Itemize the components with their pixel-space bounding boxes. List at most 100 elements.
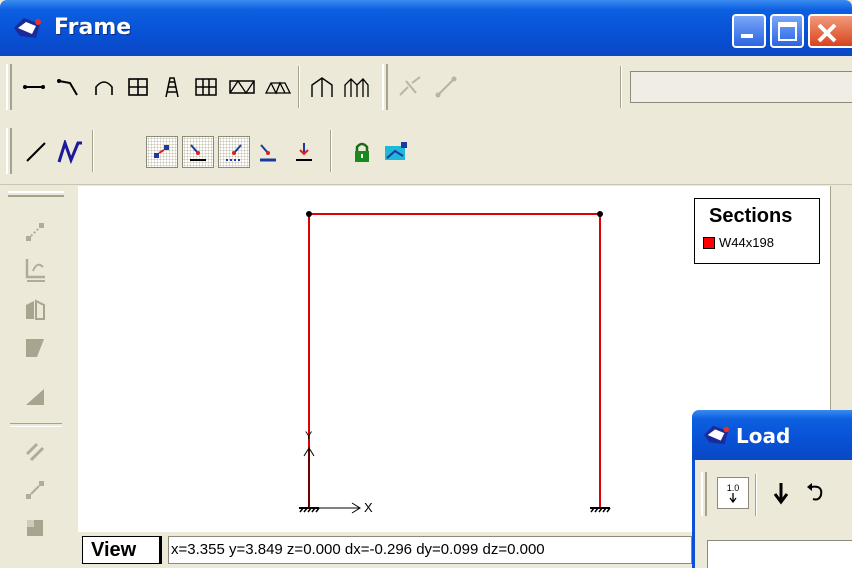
minimize-button[interactable] [732, 14, 766, 48]
support-spring-button[interactable] [288, 136, 320, 168]
bridge-truss-button[interactable] [262, 71, 294, 103]
separator [10, 423, 62, 427]
toolbar-grip[interactable] [701, 472, 707, 516]
support-pinned-icon [190, 144, 206, 161]
minimize-icon [741, 34, 753, 38]
draw-polyline-icon [57, 140, 82, 164]
node [306, 211, 312, 217]
load-value: 1.0 [726, 483, 740, 493]
toolbar-grip[interactable] [6, 64, 12, 110]
separator [330, 130, 332, 172]
rotate-member-button[interactable] [18, 253, 52, 287]
separator [92, 130, 94, 172]
slope-button[interactable] [18, 379, 52, 413]
draw-toolbar [0, 118, 852, 185]
support-pinned-button[interactable] [182, 136, 214, 168]
lock-button[interactable] [346, 136, 378, 168]
connect-nodes-button[interactable] [430, 71, 462, 103]
node [597, 211, 603, 217]
close-button[interactable] [808, 14, 852, 48]
maximize-button[interactable] [770, 14, 804, 48]
mirror-button[interactable] [18, 293, 52, 327]
arrow-down-icon [773, 483, 789, 505]
support-spring-icon [296, 143, 312, 161]
multi-portal-icon [344, 78, 369, 97]
view-button[interactable]: View [82, 536, 162, 564]
legend-title: Sections [709, 205, 793, 227]
shear-button[interactable] [18, 331, 52, 365]
legend-swatch [703, 237, 715, 249]
multi-bay-frame-icon [195, 78, 217, 96]
select-node-button[interactable] [146, 136, 178, 168]
frame-member [308, 213, 601, 508]
moment-load-button[interactable] [799, 477, 831, 509]
fixed-support-icon [590, 507, 611, 513]
snap-view-button[interactable] [380, 136, 412, 168]
moment-icon [807, 483, 823, 501]
title-bar[interactable]: Frame [0, 0, 852, 56]
draw-line-icon [26, 142, 46, 162]
fill-icon [27, 520, 43, 536]
move-node-icon [26, 223, 44, 241]
y-axis-label: Y [305, 430, 313, 442]
mirror-icon [26, 299, 45, 320]
portal-frame-icon [311, 77, 333, 97]
multi-portal-button[interactable] [340, 71, 372, 103]
beam-tool-button[interactable] [18, 71, 50, 103]
close-icon [817, 23, 837, 43]
arch-tool-button[interactable] [88, 71, 120, 103]
truss-button[interactable] [226, 71, 258, 103]
support-roller-icon [226, 144, 242, 161]
support-fixed-button[interactable] [252, 136, 284, 168]
fill-button[interactable] [18, 511, 52, 545]
multi-bay-frame-button[interactable] [190, 71, 222, 103]
support-roller-button[interactable] [218, 136, 250, 168]
split-member-button[interactable] [394, 71, 426, 103]
offset-button[interactable] [18, 435, 52, 469]
app-icon [704, 425, 730, 445]
connect-nodes-icon [435, 76, 457, 98]
shear-icon [26, 339, 44, 357]
cantilever-tool-icon [57, 79, 78, 96]
load-window[interactable]: Load 1.0 [692, 410, 852, 568]
load-content [692, 530, 852, 568]
load-title-bar[interactable]: Load [692, 410, 852, 460]
legend-item-label: W44x198 [719, 235, 774, 250]
beam-tool-icon [23, 85, 45, 89]
lock-icon [355, 142, 369, 162]
toolbar-grip[interactable] [382, 64, 388, 110]
axis-triad [303, 447, 361, 514]
extend-button[interactable] [18, 473, 52, 507]
load-list[interactable] [707, 540, 852, 568]
extend-icon [26, 481, 44, 499]
load-window-title: Load [736, 424, 791, 448]
move-node-button[interactable] [18, 215, 52, 249]
rotate-member-icon [25, 259, 45, 282]
truss-icon [229, 79, 255, 95]
point-load-button[interactable] [765, 477, 797, 509]
tower-button[interactable] [156, 71, 188, 103]
tower-icon [165, 77, 179, 98]
status-bar: View x=3.355 y=3.849 z=0.000 dx=-0.296 d… [78, 532, 692, 568]
maximize-icon [778, 22, 797, 41]
edit-toolbar [0, 185, 72, 568]
frame-window: Frame Y X Sections W44x198 View x=3.355 … [0, 0, 852, 568]
portal-frame-button[interactable] [306, 71, 338, 103]
toolbar-grip[interactable] [8, 191, 64, 197]
cantilever-tool-button[interactable] [52, 71, 84, 103]
split-member-icon [399, 76, 421, 96]
sections-legend: Sections W44x198 [694, 198, 820, 264]
bridge-truss-icon [264, 81, 292, 95]
select-node-icon [154, 145, 169, 158]
x-axis-label: X [364, 500, 373, 515]
window-title: Frame [54, 15, 132, 40]
draw-polyline-button[interactable] [54, 136, 86, 168]
toolbar-combo-box[interactable] [630, 71, 852, 103]
arch-tool-icon [95, 81, 113, 95]
toolbar-grip[interactable] [6, 128, 12, 174]
grid-frame-button[interactable] [122, 71, 154, 103]
slope-icon [26, 389, 44, 405]
load-value-button[interactable]: 1.0 [717, 477, 749, 509]
draw-line-button[interactable] [20, 136, 52, 168]
structure-toolbar [0, 56, 852, 119]
